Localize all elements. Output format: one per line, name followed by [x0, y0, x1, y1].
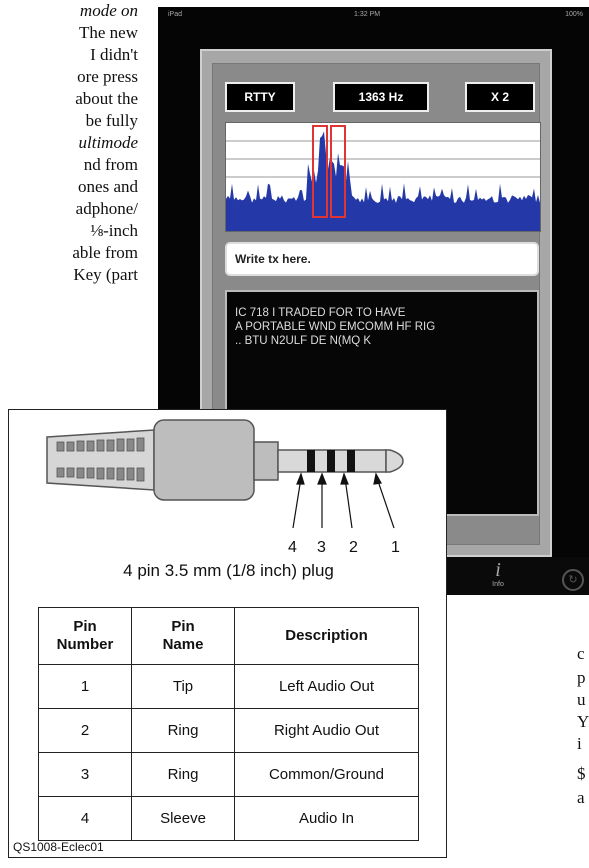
article-line: ⅛-inch	[90, 221, 138, 240]
article-line: Key (part	[73, 265, 138, 284]
status-time: 1:32 PM	[354, 11, 381, 18]
cell-description: Left Audio Out	[234, 664, 419, 709]
spectrum-graph	[226, 131, 540, 231]
cell-pin-number: 3	[38, 752, 132, 797]
article-fragment: a	[577, 788, 585, 807]
status-battery: 100%	[565, 11, 583, 18]
article-fragment: $	[577, 764, 586, 783]
article-line: nd from	[83, 155, 138, 174]
cell-description: Audio In	[234, 796, 419, 841]
status-device: iPad	[168, 11, 183, 18]
pin-callout: 2	[349, 539, 358, 556]
zoom-button[interactable]: X 2	[465, 82, 535, 112]
pin-callout: 4	[288, 539, 297, 556]
header-description: Description	[234, 607, 419, 665]
header-pin-number: Pin Number	[38, 607, 132, 665]
article-fragment: c	[577, 644, 585, 663]
article-fragment: p	[577, 668, 586, 687]
article-left-column: mode on The new I didn't ore press about…	[0, 0, 150, 286]
refresh-icon[interactable]: ↻	[562, 569, 584, 591]
article-line: about the	[75, 89, 138, 108]
frequency-button[interactable]: 1363 Hz	[333, 82, 429, 112]
article-fragment: Y	[577, 712, 589, 731]
pin-callout: 1	[391, 539, 400, 556]
header-pin-name: Pin Name	[131, 607, 235, 665]
cell-description: Common/Ground	[234, 752, 419, 797]
article-line: I didn't	[90, 45, 138, 64]
figure-id: QS1008-Eclec01	[13, 840, 104, 854]
info-icon: i	[495, 559, 501, 581]
waterfall-display[interactable]	[225, 122, 541, 232]
cell-pin-number: 4	[38, 796, 132, 841]
rx-line: IC 718 I TRADED FOR TO HAVE	[235, 307, 406, 319]
plug-figure: 4 3 2 1 4 pin 3.5 mm (1/8 inch) plug Pin…	[8, 409, 447, 858]
cell-pin-name: Sleeve	[131, 796, 235, 841]
plug-caption: 4 pin 3.5 mm (1/8 inch) plug	[123, 561, 334, 580]
article-line: be fully	[85, 111, 138, 130]
table-row: 4 Sleeve Audio In	[38, 796, 419, 841]
cell-pin-number: 2	[38, 708, 132, 753]
rx-line: .. BTU N2ULF DE N(MQ K	[235, 335, 372, 347]
article-line: mode on	[79, 1, 138, 20]
article-line: ones and	[78, 177, 138, 196]
article-line: The new	[78, 23, 138, 42]
tx-input-field[interactable]: Write tx here.	[225, 242, 539, 276]
plug-diagram	[46, 419, 404, 529]
status-bar: iPad 1:32 PM 100%	[158, 7, 589, 23]
pin-table: Pin Number Pin Name Description 1 Tip Le…	[38, 607, 419, 841]
pin-callout: 3	[317, 539, 326, 556]
rx-line: A PORTABLE WND EMCOMM HF RIG	[235, 321, 436, 333]
article-fragment: i	[577, 734, 582, 753]
article-line: adphone/	[75, 199, 138, 218]
tuning-marker-left[interactable]	[312, 125, 328, 218]
tuning-marker-right[interactable]	[330, 125, 346, 218]
article-line: ore press	[77, 67, 138, 86]
mode-bar: RTTY 1363 Hz X 2	[225, 82, 535, 112]
mode-button[interactable]: RTTY	[225, 82, 295, 112]
table-row: 2 Ring Right Audio Out	[38, 708, 419, 753]
cell-pin-name: Ring	[131, 708, 235, 753]
table-row: 1 Tip Left Audio Out	[38, 664, 419, 709]
table-row: 3 Ring Common/Ground	[38, 752, 419, 797]
info-tab-label: Info	[492, 581, 504, 588]
cell-pin-number: 1	[38, 664, 132, 709]
cell-description: Right Audio Out	[234, 708, 419, 753]
article-line: ultimode	[78, 133, 139, 152]
article-fragment: u	[577, 690, 586, 709]
tab-info[interactable]: i Info	[476, 559, 520, 595]
table-header-row: Pin Number Pin Name Description	[38, 607, 419, 665]
cell-pin-name: Tip	[131, 664, 235, 709]
cell-pin-name: Ring	[131, 752, 235, 797]
article-line: able from	[72, 243, 138, 262]
